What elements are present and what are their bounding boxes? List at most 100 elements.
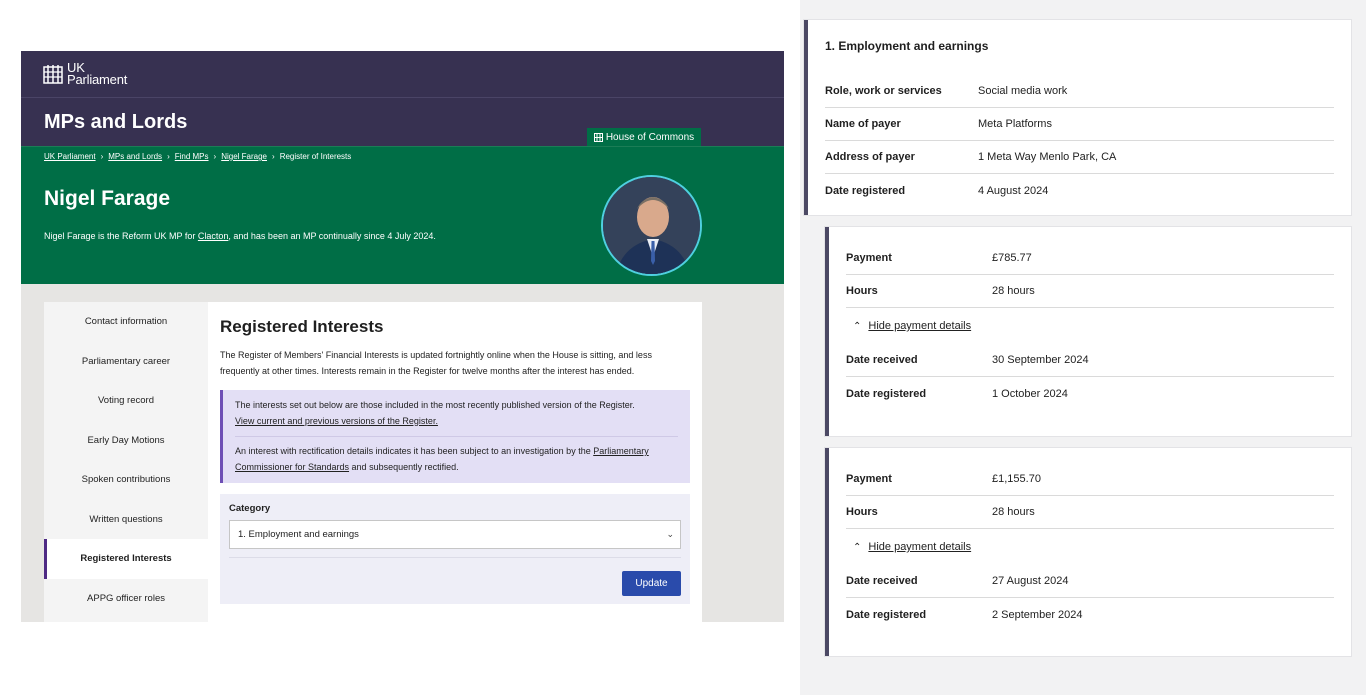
breadcrumb-find-mps[interactable]: Find MPs xyxy=(175,152,209,161)
house-tab-label: House of Commons xyxy=(605,132,695,143)
date-received-value: 27 August 2024 xyxy=(992,575,1069,587)
content-panel: Contact information Parliamentary career… xyxy=(44,302,702,622)
breadcrumb-nigel-farage[interactable]: Nigel Farage xyxy=(221,152,267,161)
mp-description: Nigel Farage is the Reform UK MP for Cla… xyxy=(44,231,436,241)
filter-divider xyxy=(229,557,681,558)
interest-value: Social media work xyxy=(978,85,1068,97)
payment-card-body: Payment £1,155.70 Hours 28 hours ⌃ Hide pay… xyxy=(829,448,1351,631)
interest-card: 1. Employment and earnings Role, work or… xyxy=(804,20,1351,215)
date-registered-key: Date registered xyxy=(846,608,927,621)
constituency-link[interactable]: Clacton xyxy=(198,231,229,241)
interest-value: 4 August 2024 xyxy=(978,184,1049,197)
date-registered-key: Date registered xyxy=(846,387,927,400)
payment-row: Payment £785.77 xyxy=(846,242,1334,275)
notice-text-2: An interest with rectification details i… xyxy=(235,444,678,475)
breadcrumb-separator-icon: › xyxy=(272,152,275,161)
hours-row: Hours 28 hours xyxy=(846,496,1334,529)
chevron-up-icon: ⌃ xyxy=(853,541,862,553)
register-versions-link[interactable]: View current and previous versions of th… xyxy=(235,416,438,426)
mp-desc-after: , and has been an MP continually since 4… xyxy=(228,231,436,241)
date-registered-row: Date registered 2 September 2024 xyxy=(846,598,1334,631)
top-bar: UK Parliament xyxy=(21,51,784,98)
category-filter: Category 1. Employment and earnings ⌄ Up… xyxy=(220,494,690,604)
mp-portrait xyxy=(601,175,702,276)
notice-divider xyxy=(235,436,678,437)
sidebar-item-written-questions[interactable]: Written questions xyxy=(44,500,208,540)
notice-text-1: The interests set out below are those in… xyxy=(235,400,635,410)
payment-card: Payment £1,155.70 Hours 28 hours ⌃ Hide pay… xyxy=(825,448,1351,656)
payment-card-body: Payment £785.77 Hours 28 hours ⌃ Hide payme… xyxy=(829,227,1351,410)
browser-screenshot: UK Parliament MPs and Lords House of Com… xyxy=(21,51,784,622)
registered-interests-main: Registered Interests The Register of Mem… xyxy=(220,302,690,604)
logo-text: UK Parliament xyxy=(67,61,128,87)
portrait-image xyxy=(603,177,700,274)
interest-heading: 1. Employment and earnings xyxy=(825,39,989,53)
hide-payment-details-link[interactable]: Hide payment details xyxy=(868,320,971,332)
category-label: Category xyxy=(229,503,271,514)
sidebar-item-contact-information[interactable]: Contact information xyxy=(44,302,208,342)
interest-value: 1 Meta Way Menlo Park, CA xyxy=(978,151,1117,163)
interest-key: Date registered xyxy=(825,184,906,197)
breadcrumb-separator-icon: › xyxy=(167,152,170,161)
payment-row: Payment £1,155.70 xyxy=(846,463,1334,496)
interest-row: Address of payer 1 Meta Way Menlo Park, C… xyxy=(825,141,1334,174)
breadcrumb-current: Register of Interests xyxy=(279,152,352,161)
sidebar-item-appg-officer-roles[interactable]: APPG officer roles xyxy=(44,579,208,619)
chevron-down-icon: ⌄ xyxy=(666,529,674,539)
interest-value: Meta Platforms xyxy=(978,118,1052,130)
mp-desc-before: Nigel Farage is the Reform UK MP for xyxy=(44,231,198,241)
breadcrumb: UK Parliament › MPs and Lords › Find MPs… xyxy=(44,152,351,161)
profile-sidenav: Contact information Parliamentary career… xyxy=(44,302,208,622)
hide-payment-details-toggle[interactable]: ⌃ Hide payment details xyxy=(846,308,1334,344)
payment-key: Payment xyxy=(846,473,892,485)
hide-payment-details-link[interactable]: Hide payment details xyxy=(868,541,971,553)
sidebar-item-voting-record[interactable]: Voting record xyxy=(44,381,208,421)
breadcrumb-mps-and-lords[interactable]: MPs and Lords xyxy=(108,152,162,161)
update-button[interactable]: Update xyxy=(622,571,681,596)
interest-row: Name of payer Meta Platforms xyxy=(825,108,1334,141)
notice-text-2-after: and subsequently rectified. xyxy=(349,461,459,472)
interest-key: Role, work or services xyxy=(825,85,942,97)
payment-value: £1,155.70 xyxy=(992,473,1041,485)
house-of-commons-tab[interactable]: House of Commons xyxy=(587,128,701,147)
register-description: The Register of Members' Financial Inter… xyxy=(220,350,652,376)
payment-key: Payment xyxy=(846,252,892,264)
interest-row: Role, work or services Social media work xyxy=(825,75,1334,108)
chevron-up-icon: ⌃ xyxy=(853,320,862,332)
hide-payment-details-toggle[interactable]: ⌃ Hide payment details xyxy=(846,529,1334,565)
sidebar-item-spoken-contributions[interactable]: Spoken contributions xyxy=(44,460,208,500)
breadcrumb-separator-icon: › xyxy=(213,152,217,161)
date-received-key: Date received xyxy=(846,575,918,587)
category-select[interactable]: 1. Employment and earnings ⌄ xyxy=(229,520,681,549)
notice-text-2-before: An interest with rectification details i… xyxy=(235,446,594,456)
breadcrumb-uk-parliament[interactable]: UK Parliament xyxy=(44,152,96,161)
interest-row: Date registered 4 August 2024 xyxy=(825,174,1334,207)
title-bar: MPs and Lords House of Commons xyxy=(21,98,784,147)
date-registered-value: 2 September 2024 xyxy=(992,608,1083,621)
interest-key: Name of payer xyxy=(825,118,901,130)
sidebar-item-early-day-motions[interactable]: Early Day Motions xyxy=(44,421,208,461)
sidebar-item-registered-interests[interactable]: Registered Interests xyxy=(44,539,208,579)
hours-key: Hours xyxy=(846,506,878,518)
hours-row: Hours 28 hours xyxy=(846,275,1334,308)
date-registered-value: 1 October 2024 xyxy=(992,387,1068,400)
payment-value: £785.77 xyxy=(992,252,1032,264)
date-registered-row: Date registered 1 October 2024 xyxy=(846,377,1334,410)
sidebar-item-parliamentary-career[interactable]: Parliamentary career xyxy=(44,342,208,382)
profile-hero: UK Parliament › MPs and Lords › Find MPs… xyxy=(21,146,784,284)
date-received-key: Date received xyxy=(846,354,918,366)
hours-value: 28 hours xyxy=(992,285,1035,297)
breadcrumb-separator-icon: › xyxy=(100,152,104,161)
date-received-row: Date received 30 September 2024 xyxy=(846,344,1334,377)
uk-parliament-logo[interactable]: UK Parliament xyxy=(43,61,128,87)
hours-key: Hours xyxy=(846,285,878,297)
site-title[interactable]: MPs and Lords xyxy=(44,111,187,134)
hours-value: 28 hours xyxy=(992,506,1035,518)
date-received-value: 30 September 2024 xyxy=(992,354,1089,366)
page-title: Registered Interests xyxy=(220,317,384,336)
payment-card: Payment £785.77 Hours 28 hours ⌃ Hide payme… xyxy=(825,227,1351,436)
logo-line-2: Parliament xyxy=(67,72,128,87)
category-select-value: 1. Employment and earnings xyxy=(238,529,359,540)
portcullis-small-icon xyxy=(593,133,603,142)
register-notice: The interests set out below are those in… xyxy=(220,390,690,483)
